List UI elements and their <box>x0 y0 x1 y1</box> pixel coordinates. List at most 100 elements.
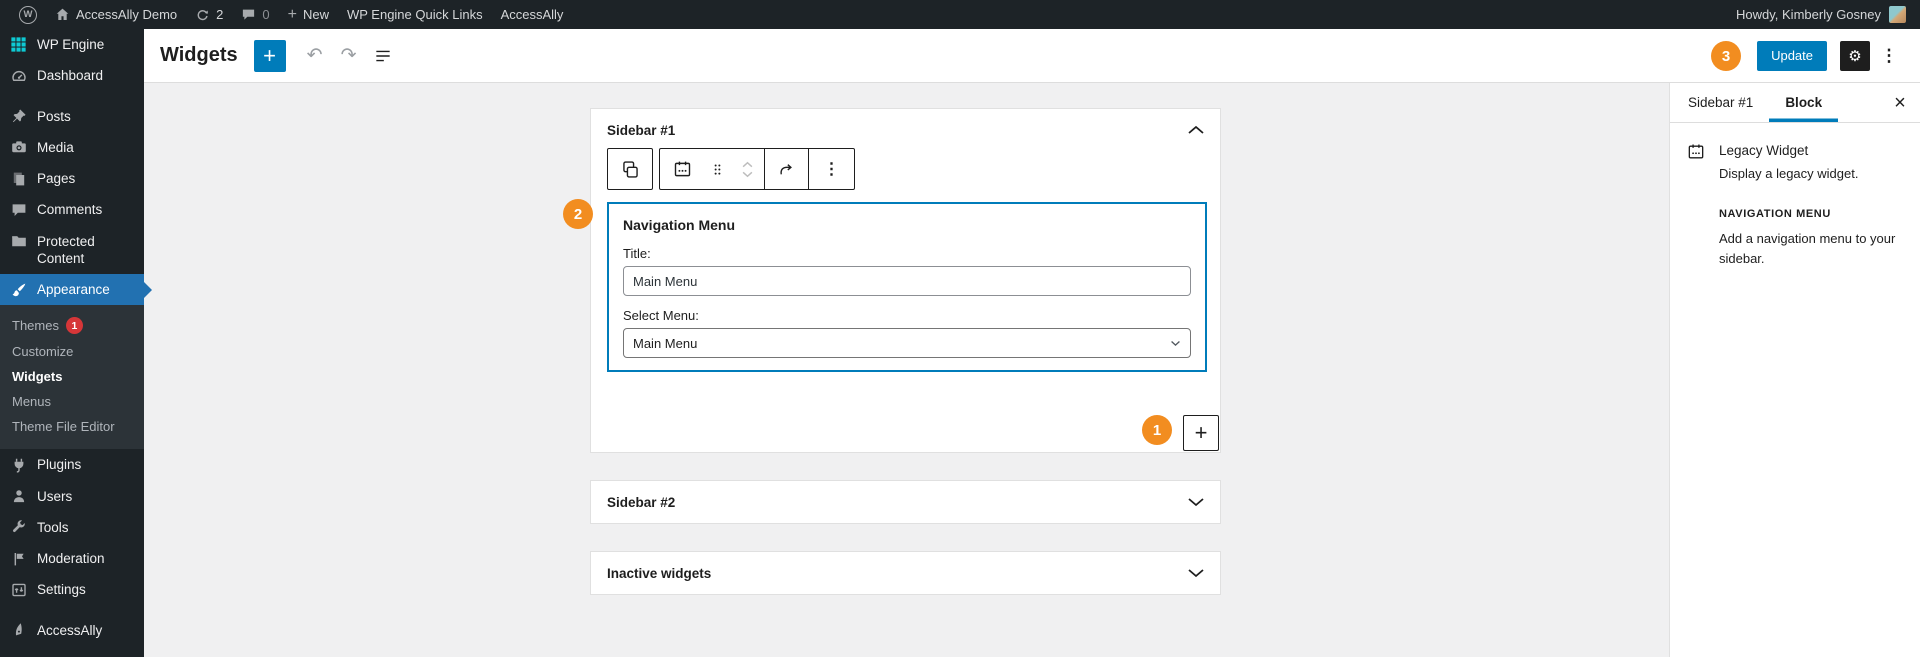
wordpress-widgets-editor: W AccessAlly Demo 2 0 + New WP Engine Qu… <box>0 0 1920 657</box>
block-toolbar: ⋮ <box>607 148 855 190</box>
gear-icon: ⚙ <box>1848 47 1862 65</box>
flag-icon <box>9 550 28 567</box>
settings-sliders-icon <box>9 581 28 598</box>
inactive-widgets-panel-header[interactable]: Inactive widgets <box>591 552 1220 594</box>
plus-icon: + <box>287 6 297 23</box>
pages-icon <box>9 170 28 187</box>
drag-dots-icon <box>714 163 720 175</box>
inspector-body: Legacy Widget Display a legacy widget. N… <box>1670 123 1920 286</box>
add-block-button[interactable]: + <box>253 39 286 72</box>
page-title: Widgets <box>160 44 238 66</box>
sidebar-item-plugins[interactable]: Plugins <box>0 449 144 480</box>
move-down-icon <box>742 171 752 177</box>
redo-button[interactable]: ↷ <box>332 40 366 72</box>
sidebar-item-comments[interactable]: Comments <box>0 194 144 225</box>
sidebar-item-protected-content[interactable]: Protected Content <box>0 226 144 275</box>
sidebar-item-users[interactable]: Users <box>0 481 144 512</box>
menu-select-dropdown[interactable]: Main Menu <box>623 328 1191 358</box>
wrench-icon <box>9 519 28 536</box>
new-content-menu[interactable]: + New <box>279 0 338 29</box>
widget-area-sidebar-2: Sidebar #2 <box>590 480 1221 524</box>
undo-button[interactable]: ↶ <box>298 40 332 72</box>
annotation-step-1: 1 <box>1142 415 1172 445</box>
sidebar-item-wp-engine[interactable]: WP Engine <box>0 29 144 60</box>
legacy-widget-icon <box>1686 141 1706 181</box>
ellipsis-icon: ⋮ <box>823 161 840 178</box>
new-label: New <box>302 7 329 22</box>
widget-area-block-button[interactable] <box>608 149 652 189</box>
accessally-menu[interactable]: AccessAlly <box>492 0 573 29</box>
update-button[interactable]: Update <box>1757 40 1827 71</box>
drag-handle[interactable] <box>704 149 730 189</box>
block-options-button[interactable]: ⋮ <box>809 149 854 189</box>
options-menu-button[interactable]: ⋮ <box>1876 41 1902 71</box>
submenu-item-menus[interactable]: Menus <box>0 389 144 414</box>
widget-info-heading: NAVIGATION MENU <box>1719 208 1831 220</box>
title-label: Title: <box>623 246 651 261</box>
themes-update-badge: 1 <box>65 317 83 335</box>
wordpress-menu[interactable]: W <box>10 0 46 29</box>
chevron-down-icon <box>1188 569 1204 578</box>
settings-toggle-button[interactable]: ⚙ <box>1840 40 1870 71</box>
submenu-item-widgets[interactable]: Widgets <box>0 364 144 389</box>
sidebar-item-media[interactable]: Media <box>0 132 144 163</box>
updates-count: 2 <box>216 7 224 22</box>
list-view-button[interactable] <box>366 40 400 72</box>
sidebar2-panel-header[interactable]: Sidebar #2 <box>591 481 1220 523</box>
submenu-item-customize[interactable]: Customize <box>0 339 144 364</box>
wp-engine-grid-icon <box>9 36 28 52</box>
menu-separator <box>0 92 144 101</box>
chevron-up-icon <box>1188 125 1204 134</box>
list-view-icon <box>375 50 390 61</box>
legacy-widget-type-button[interactable] <box>660 149 704 189</box>
add-block-appender-button[interactable]: + <box>1183 415 1219 451</box>
block-inspector-panel: Sidebar #1 Block × Legacy Widget Display… <box>1669 83 1920 657</box>
submenu-item-theme-file-editor[interactable]: Theme File Editor <box>0 414 144 439</box>
comments-link[interactable]: 0 <box>232 0 278 29</box>
transform-block-button[interactable] <box>765 149 808 189</box>
user-icon <box>9 488 28 505</box>
close-panel-button[interactable]: × <box>1888 91 1912 115</box>
sidebar-item-appearance[interactable]: Appearance <box>0 274 152 306</box>
media-camera-icon <box>9 139 28 156</box>
block-card: Legacy Widget Display a legacy widget. <box>1686 141 1904 181</box>
wordpress-logo-icon: W <box>19 5 37 24</box>
admin-bar: W AccessAlly Demo 2 0 + New WP Engine Qu… <box>0 0 1920 29</box>
folder-icon <box>9 233 28 250</box>
block-name: Legacy Widget <box>1719 143 1809 158</box>
site-link[interactable]: AccessAlly Demo <box>46 0 186 29</box>
chevron-down-icon <box>1188 498 1204 507</box>
transform-arrow-icon <box>780 163 792 174</box>
tab-block[interactable]: Block <box>1769 83 1838 122</box>
account-menu[interactable]: Howdy, Kimberly Gosney <box>1736 6 1910 23</box>
select-menu-label: Select Menu: <box>623 308 699 323</box>
chevron-down-icon <box>1170 340 1181 347</box>
sidebar-item-settings[interactable]: Settings <box>0 574 144 605</box>
sidebar-item-pages[interactable]: Pages <box>0 163 144 194</box>
sidebar-item-posts[interactable]: Posts <box>0 101 144 132</box>
sidebar-item-tools[interactable]: Tools <box>0 512 144 543</box>
widget-area-sidebar-1: Sidebar #1 ⋮ Navigation Menu Title: Main… <box>590 108 1221 453</box>
sidebar-item-moderation[interactable]: Moderation <box>0 543 144 574</box>
updates-link[interactable]: 2 <box>186 0 232 29</box>
sidebar1-panel-header[interactable]: Sidebar #1 <box>591 109 1220 151</box>
sidebar-item-dashboard[interactable]: Dashboard <box>0 60 144 91</box>
move-block-buttons[interactable] <box>730 149 764 189</box>
ellipsis-icon: ⋮ <box>1880 45 1898 65</box>
navigation-menu-legacy-widget[interactable]: Navigation Menu Title: Select Menu: Main… <box>607 202 1207 372</box>
legacy-widget-icon <box>674 161 690 176</box>
updates-icon <box>195 7 210 22</box>
comments-bubble-icon <box>241 7 256 22</box>
sidebar-item-accessally[interactable]: AccessAlly <box>0 615 144 646</box>
close-icon: × <box>1894 91 1906 114</box>
tab-sidebar1[interactable]: Sidebar #1 <box>1672 83 1769 122</box>
widget-info-description: Add a navigation menu to your sidebar. <box>1719 231 1896 266</box>
comments-count: 0 <box>262 7 270 22</box>
accessally-logo-icon <box>9 622 28 638</box>
wp-engine-quick-links[interactable]: WP Engine Quick Links <box>338 0 492 29</box>
admin-sidebar: WP Engine Dashboard Posts Media Pages Co… <box>0 29 152 657</box>
widget-title-input[interactable] <box>623 266 1191 296</box>
overlapping-squares-icon <box>622 160 638 178</box>
submenu-item-themes[interactable]: Themes 1 <box>0 312 144 339</box>
parent-block-selector <box>607 148 653 190</box>
